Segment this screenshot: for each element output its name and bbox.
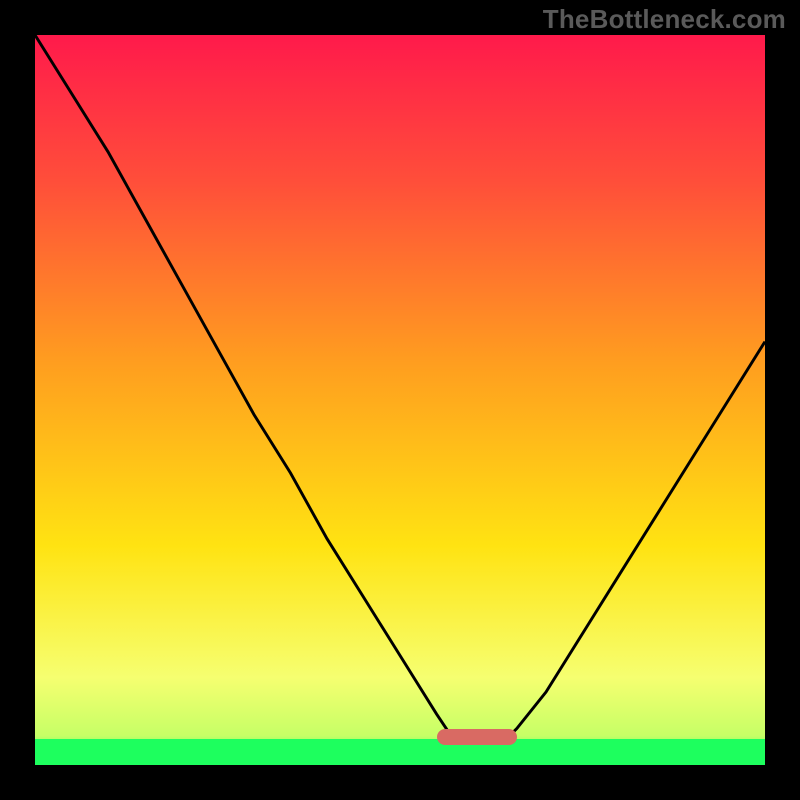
chart-frame: TheBottleneck.com (0, 0, 800, 800)
watermark-text: TheBottleneck.com (543, 4, 786, 35)
plot-area (35, 35, 765, 765)
curve-svg (35, 35, 765, 765)
bottleneck-curve (35, 35, 765, 743)
optimal-band-marker (437, 729, 517, 745)
